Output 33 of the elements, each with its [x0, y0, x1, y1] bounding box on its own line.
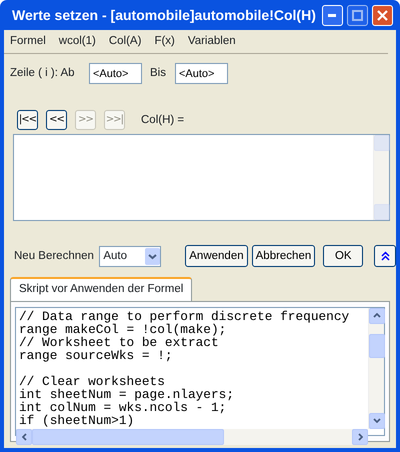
recalculate-dropdown[interactable]: Auto [99, 246, 162, 267]
close-button[interactable] [372, 4, 393, 26]
nav-button[interactable]: |<< [17, 110, 38, 130]
minimize-icon [328, 14, 336, 16]
field-label: Zeile ( i ): Ab [10, 66, 76, 82]
field-label: Bis [150, 66, 166, 82]
tab[interactable]: Skript vor Anwenden der Formel [10, 277, 192, 300]
scroll-right-icon[interactable] [352, 428, 368, 444]
scroll-down-icon[interactable] [369, 412, 385, 428]
expand-button[interactable] [374, 245, 396, 268]
maximize-button[interactable] [346, 4, 368, 26]
menu-item[interactable]: F(x) [154, 33, 175, 50]
scrollbar-thumb[interactable] [32, 428, 224, 444]
menu-item[interactable]: Formel [10, 33, 46, 50]
dialog-button[interactable]: OK [323, 245, 364, 268]
dialog-button[interactable]: Abbrechen [252, 245, 316, 268]
maximize-icon [352, 10, 363, 20]
close-icon [376, 10, 388, 20]
window-title: Werte setzen - [automobile]automobile!Col(H) [12, 6, 316, 25]
scroll-left-icon[interactable] [16, 428, 32, 444]
menu-item[interactable]: Variablen [188, 33, 236, 50]
menu-item[interactable]: wcol(1) [58, 33, 96, 50]
column-label: Col(H) = [141, 112, 184, 128]
minimize-button[interactable] [322, 4, 343, 26]
scroll-up-icon[interactable] [369, 308, 385, 324]
double-chevron-icon [380, 250, 390, 261]
input-field[interactable]: <Auto> [89, 63, 142, 84]
input-field[interactable]: <Auto> [174, 63, 228, 84]
scrollbar-thumb[interactable] [369, 334, 385, 358]
recalculate-label: Neu Berechnen [14, 248, 95, 264]
dialog-button[interactable]: Anwenden [185, 245, 248, 268]
menu-item[interactable]: Col(A) [108, 33, 142, 50]
nav-button[interactable]: << [46, 110, 67, 130]
